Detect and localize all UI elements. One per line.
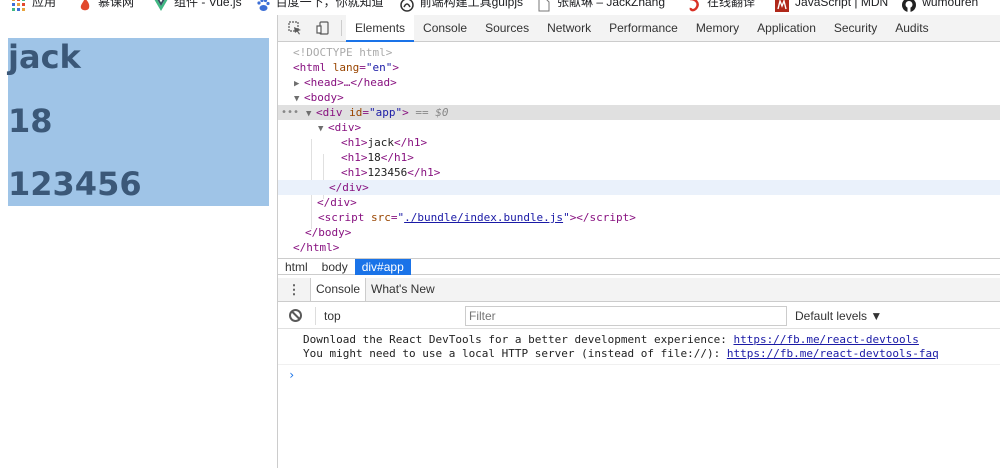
- head-node[interactable]: ▶ <head>…</head>: [278, 75, 1000, 90]
- mdn-icon: [775, 0, 790, 12]
- drawer-tab-console[interactable]: Console: [310, 278, 367, 301]
- doctype-node[interactable]: <!DOCTYPE html>: [278, 45, 1000, 60]
- name-heading: jack: [8, 38, 81, 76]
- console-toolbar: top Default levels ▼: [278, 303, 1000, 329]
- page-viewport: jack 18 123456: [0, 15, 277, 468]
- tab-console[interactable]: Console: [414, 15, 476, 42]
- h1-node[interactable]: <h1>jack</h1>: [278, 135, 1000, 150]
- log-levels-dropdown[interactable]: Default levels ▼: [795, 309, 882, 323]
- tab-audits[interactable]: Audits: [886, 15, 937, 42]
- devtools-panel: Elements Console Sources Network Perform…: [277, 14, 1000, 468]
- h1-node[interactable]: <h1>123456</h1>: [278, 165, 1000, 180]
- script-src-link[interactable]: ./bundle/index.bundle.js: [404, 211, 563, 224]
- elements-dom-tree: <!DOCTYPE html> <html lang="en"> ▶ <head>…: [278, 43, 1000, 258]
- bookmark-label: wumouren: [922, 0, 979, 9]
- breadcrumb: html body div#app: [278, 258, 1000, 275]
- devtools-tabbar: Elements Console Sources Network Perform…: [278, 14, 1000, 42]
- bookmark-label: 在线翻译: [707, 0, 756, 9]
- drawer-menu-icon[interactable]: ⋮: [278, 282, 310, 298]
- bookmark-label: 前端构建工具gulpjs: [419, 0, 523, 9]
- toolbar-divider: [341, 20, 342, 36]
- selected-node-marker: == $0: [415, 106, 449, 119]
- bookmark-baidu[interactable]: 百度一下，你就知道: [256, 0, 384, 12]
- bookmark-apps[interactable]: 应用: [12, 0, 57, 12]
- tab-application[interactable]: Application: [748, 15, 825, 42]
- bookmark-mdn[interactable]: JavaScript | MDN: [775, 0, 889, 12]
- inspect-element-icon[interactable]: [281, 15, 309, 42]
- bookmark-label: 组件 - Vue.js: [174, 0, 242, 9]
- script-node[interactable]: <script src="./bundle/index.bundle.js"><…: [278, 210, 1000, 225]
- react-devtools-link[interactable]: https://fb.me/react-devtools: [733, 333, 918, 346]
- bookmark-label: JavaScript | MDN: [795, 0, 889, 9]
- tab-sources[interactable]: Sources: [476, 15, 538, 42]
- tab-elements[interactable]: Elements: [346, 14, 415, 42]
- tab-security[interactable]: Security: [825, 15, 886, 42]
- translate-icon: [687, 0, 701, 12]
- console-message-group: Download the React DevTools for a better…: [278, 330, 1000, 365]
- age-heading: 18: [8, 102, 53, 140]
- gulp-icon: [399, 0, 414, 12]
- body-close-node[interactable]: </body>: [278, 225, 1000, 240]
- bookmark-label: 百度一下，你就知道: [275, 0, 384, 9]
- h1-node[interactable]: <h1>18</h1>: [278, 150, 1000, 165]
- inner-div-close-node[interactable]: </div>: [278, 180, 1000, 195]
- html-open-node[interactable]: <html lang="en">: [278, 60, 1000, 75]
- console-message: You might need to use a local HTTP serve…: [303, 347, 939, 360]
- tab-performance[interactable]: Performance: [600, 15, 687, 42]
- breadcrumb-div-app[interactable]: div#app: [354, 258, 411, 275]
- apps-grid-icon: [12, 0, 26, 12]
- div-app-node[interactable]: ••• ▼ <div id="app"> == $0: [278, 105, 1000, 120]
- more-actions-icon[interactable]: •••: [281, 105, 299, 120]
- drawer-tabbar: ⋮ Console What's New: [278, 278, 1000, 302]
- breadcrumb-html[interactable]: html: [278, 259, 315, 275]
- bookmark-jackzhang[interactable]: 张献琳 – JackZhang: [537, 0, 666, 12]
- inner-div-node[interactable]: ▼ <div>: [278, 120, 1000, 135]
- baidu-paw-icon: [256, 0, 270, 12]
- console-filter-input[interactable]: [465, 305, 787, 326]
- device-toolbar-icon[interactable]: [309, 15, 337, 42]
- drawer-tab-whats-new[interactable]: What's New: [366, 278, 440, 301]
- breadcrumb-body[interactable]: body: [315, 259, 355, 275]
- tab-memory[interactable]: Memory: [687, 15, 748, 42]
- imooc-flame-icon: [78, 0, 92, 12]
- bookmark-imooc[interactable]: 慕课网: [78, 0, 135, 12]
- github-icon: [902, 0, 917, 12]
- tab-network[interactable]: Network: [538, 15, 600, 42]
- bookmark-vue[interactable]: 组件 - Vue.js: [154, 0, 242, 12]
- app-div-close-node[interactable]: </div>: [278, 195, 1000, 210]
- vue-logo-icon: [154, 0, 168, 12]
- bookmark-github[interactable]: wumouren: [902, 0, 979, 12]
- html-close-node[interactable]: </html>: [278, 240, 1000, 255]
- console-prompt[interactable]: ›: [278, 368, 1000, 382]
- page-icon: [537, 0, 551, 12]
- body-open-node[interactable]: ▼ <body>: [278, 90, 1000, 105]
- bookmark-gulp[interactable]: 前端构建工具gulpjs: [399, 0, 523, 12]
- id-heading: 123456: [8, 165, 142, 203]
- console-message: Download the React DevTools for a better…: [303, 333, 919, 346]
- console-messages: Download the React DevTools for a better…: [278, 330, 1000, 382]
- bookmark-label: 应用: [32, 0, 57, 9]
- bookmark-label: 张献琳 – JackZhang: [556, 0, 666, 9]
- bookmark-label: 慕课网: [98, 0, 135, 9]
- context-selector[interactable]: top: [315, 306, 459, 325]
- clear-console-icon[interactable]: [289, 309, 302, 322]
- react-devtools-faq-link[interactable]: https://fb.me/react-devtools-faq: [727, 347, 939, 360]
- bookmarks-bar: 应用 慕课网 组件 - Vue.js 百度一下，你就知道 前端构建工具gulpj…: [0, 0, 1000, 15]
- bookmark-translate[interactable]: 在线翻译: [687, 0, 756, 12]
